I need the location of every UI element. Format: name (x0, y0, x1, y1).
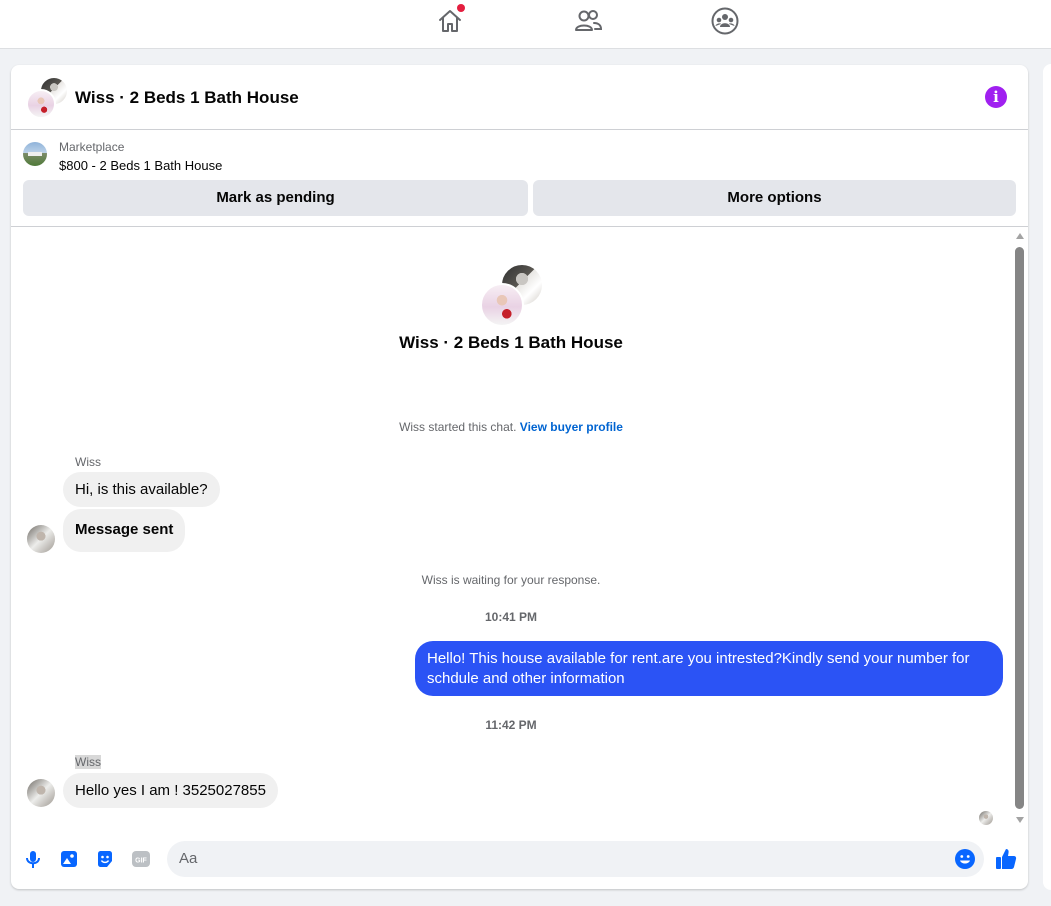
marketplace-label: Marketplace (59, 140, 125, 154)
listing-title[interactable]: $800 - 2 Beds 1 Bath House (59, 158, 222, 173)
top-navigation (0, 0, 1051, 49)
more-options-button[interactable]: More options (533, 180, 1016, 216)
message-input[interactable]: Aa (167, 841, 984, 877)
gif-label: GIF (135, 858, 147, 865)
message-bubble[interactable]: Hi, is this available? (63, 472, 220, 507)
chat-window: Wiss · 2 Beds 1 Bath House i Marketplace… (11, 65, 1028, 889)
scroll-down-icon[interactable] (1016, 817, 1024, 823)
groups-icon[interactable] (710, 6, 740, 36)
friends-icon[interactable] (573, 6, 603, 36)
home-icon[interactable] (435, 4, 465, 36)
emoji-icon[interactable] (954, 848, 976, 870)
mark-as-pending-button[interactable]: Mark as pending (23, 180, 528, 216)
conversation-title: Wiss · 2 Beds 1 Bath House (399, 333, 623, 352)
gif-icon[interactable]: GIF (131, 849, 151, 869)
scrollbar-thumb[interactable] (1015, 247, 1024, 809)
avatar[interactable] (26, 89, 56, 119)
thumbs-up-icon[interactable] (994, 847, 1018, 871)
chat-started-notice: Wiss started this chat. View buyer profi… (11, 420, 1011, 434)
seen-receipt-avatar (979, 811, 993, 825)
divider (11, 226, 1028, 227)
avatar[interactable] (27, 525, 55, 553)
photo-icon[interactable] (59, 849, 79, 869)
right-panel (1043, 64, 1051, 890)
notification-dot (457, 4, 465, 12)
avatar[interactable] (480, 283, 524, 327)
message-bubble[interactable]: Hello yes I am ! 3525027855 (63, 773, 278, 808)
timestamp: 11:42 PM (485, 718, 537, 732)
sender-name: Wiss (75, 755, 101, 769)
chat-started-text: Wiss started this chat. (399, 420, 517, 434)
timestamp: 10:41 PM (484, 610, 538, 624)
message-composer: GIF Aa (11, 835, 1028, 889)
view-buyer-profile-link[interactable]: View buyer profile (520, 420, 623, 434)
sender-name: Wiss (75, 455, 101, 469)
listing-thumbnail[interactable] (23, 142, 47, 166)
waiting-notice: Wiss is waiting for your response. (421, 573, 601, 587)
chat-header: Wiss · 2 Beds 1 Bath House i (11, 65, 1028, 130)
scrollbar[interactable] (1013, 230, 1027, 830)
avatar[interactable] (27, 779, 55, 807)
outgoing-message-bubble[interactable]: Hello! This house available for rent.are… (415, 641, 1003, 696)
chat-title[interactable]: Wiss · 2 Beds 1 Bath House (75, 88, 299, 108)
info-icon[interactable]: i (985, 86, 1007, 108)
microphone-icon[interactable] (23, 849, 43, 869)
message-bubble[interactable]: Message sent (63, 509, 186, 552)
sticker-icon[interactable] (95, 849, 115, 869)
scroll-up-icon[interactable] (1016, 233, 1024, 239)
